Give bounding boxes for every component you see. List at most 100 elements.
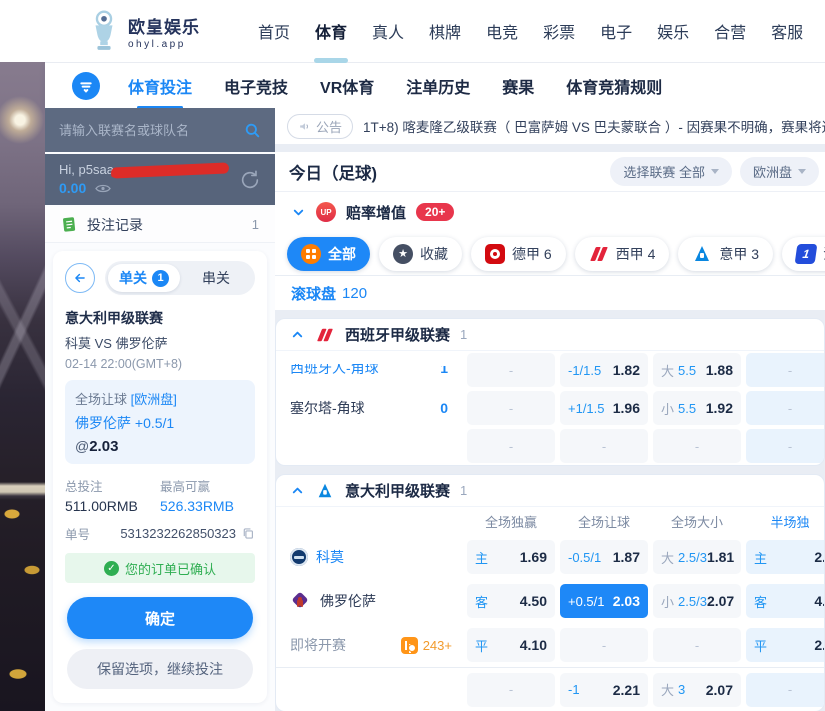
column-header: 全场大小 [653,512,741,531]
in-play-row[interactable]: 滚球盘 120 [275,276,825,310]
sub-nav-item-赛果[interactable]: 赛果 [502,74,534,98]
tab-single-label: 单关 [119,268,147,288]
league-chip[interactable]: 法甲 3 [782,237,825,271]
odds-line-part: 大 [661,548,674,567]
odds-cell[interactable]: - [746,429,824,463]
top-nav-item-真人[interactable]: 真人 [372,0,404,64]
bet-record-link[interactable]: 投注记录 1 [45,207,275,243]
league-chip[interactable]: 意甲 3 [678,237,773,271]
odds-dash: - [568,638,640,653]
odds-value: 2.07 [707,593,734,609]
confirm-button[interactable]: 确定 [67,597,253,639]
odds-cell[interactable]: 平4.10 [467,628,555,662]
chip-label: 西甲 4 [616,244,656,264]
top-nav-item-电竞[interactable]: 电竞 [486,0,518,64]
odds-cell[interactable]: 小5.51.92 [653,391,741,425]
odds-cell[interactable]: - [467,673,555,707]
top-nav-item-首页[interactable]: 首页 [258,0,290,64]
odds-cell[interactable]: 大5.51.88 [653,353,741,387]
refresh-icon[interactable] [239,169,261,191]
collapse-chevron-icon[interactable] [291,205,306,220]
odds-cell[interactable]: - [746,353,824,387]
odds-line-part: -1 [568,682,580,697]
top-nav-item-体育[interactable]: 体育 [315,0,347,64]
more-markets[interactable]: 243+ [401,637,462,654]
match-score: 0 [440,400,462,416]
sub-nav-item-VR体育[interactable]: VR体育 [320,74,374,98]
brand-title: 欧皇娱乐 [128,13,200,38]
odds-cell[interactable]: 小2.5/32.07 [653,584,741,618]
odds-type-dropdown[interactable]: 欧洲盘 [740,157,819,186]
odds-cell[interactable]: 客4.50 [467,584,555,618]
odds-cell[interactable]: 客4. [746,584,824,618]
betslip-sidebar: Hi, p5saa 0.00 [45,108,275,711]
top-nav-item-棋牌[interactable]: 棋牌 [429,0,461,64]
top-nav-item-娱乐[interactable]: 娱乐 [657,0,689,64]
odds-line-part: -1/1.5 [568,363,601,378]
odds-cell[interactable]: 大2.5/31.81 [653,540,741,574]
league-chip[interactable]: 收藏 [379,237,462,271]
table-row: 即将开赛243+平4.10--平2. [276,623,824,667]
keep-selection-button[interactable]: 保留选项，继续投注 [67,649,253,689]
odds-cell[interactable]: - [653,429,741,463]
tab-parlay-bet[interactable]: 串关 [180,264,252,292]
league-chip[interactable]: 德甲 6 [471,237,566,271]
odds-cell[interactable]: - [467,391,555,425]
sub-nav-item-体育竞猜规则[interactable]: 体育竞猜规则 [566,74,662,98]
copy-icon[interactable] [242,527,255,540]
odds-cell[interactable]: -12.21 [560,673,648,707]
league-chip[interactable]: 全部 [287,237,370,271]
in-play-label: 滚球盘 [291,283,336,304]
odds-line-part: +1/1.5 [568,401,605,416]
odds-cell[interactable]: - [560,429,648,463]
top-nav-item-电子[interactable]: 电子 [600,0,632,64]
odds-cell[interactable]: -0.5/11.87 [560,540,648,574]
slip-time: 02-14 22:00(GMT+8) [65,357,255,371]
odds-cell[interactable]: - [746,391,824,425]
order-number-value: 5313232262850323 [120,526,236,541]
chip-label: 德甲 6 [512,244,552,264]
search-icon[interactable] [244,122,261,139]
search-input[interactable] [59,123,238,138]
collapse-chevron-icon[interactable] [290,327,305,342]
fiorentina-crest-icon [292,592,310,610]
odds-dash: - [475,401,547,416]
single-count-badge: 1 [152,270,169,287]
league-chip[interactable]: 西甲 4 [575,237,670,271]
odds-cell[interactable]: 平2. [746,628,824,662]
brand-logo[interactable]: 欧皇娱乐 ohyl.app [88,10,200,52]
order-confirmed-banner: ✓ 您的订单已确认 [65,553,255,583]
odds-dash: - [568,439,640,454]
odds-cell[interactable]: - [560,628,648,662]
odds-cell[interactable]: 主2. [746,540,824,574]
odds-cell[interactable]: +0.5/12.03 [560,584,648,618]
top-nav-item-彩票[interactable]: 彩票 [543,0,575,64]
odds-boost-row: UP 赔率增值 20+ [275,192,825,232]
odds-cell[interactable]: 主1.69 [467,540,555,574]
top-nav-item-客服[interactable]: 客服 [771,0,803,64]
odds-cell[interactable]: +1/1.51.96 [560,391,648,425]
odds-cell[interactable]: - [746,673,824,707]
back-button[interactable] [65,263,95,293]
odds-line-part: 3 [678,682,685,697]
odds-cell[interactable]: -1/1.51.82 [560,353,648,387]
odds-line-part: 大 [661,680,674,699]
chip-label: 全部 [328,244,356,264]
eye-icon[interactable] [95,183,111,194]
odds-cell[interactable]: 大32.07 [653,673,741,707]
league-filter-label: 选择联赛 全部 [623,162,705,181]
section-title: 意大利甲级联赛 [345,480,450,501]
top-nav-item-合营[interactable]: 合营 [714,0,746,64]
odds-cell[interactable]: - [467,429,555,463]
league-filter-dropdown[interactable]: 选择联赛 全部 [610,157,732,186]
collapse-chevron-icon[interactable] [290,483,305,498]
tab-single-bet[interactable]: 单关 1 [108,264,180,292]
odds-line-part: 5.5 [678,363,696,378]
odds-cell[interactable]: - [467,353,555,387]
sub-nav-item-电子竞技[interactable]: 电子竞技 [224,74,288,98]
odds-cell[interactable]: - [653,628,741,662]
slip-tabs: 单关 1 串关 [105,261,255,295]
sub-nav-item-注单历史[interactable]: 注单历史 [406,74,470,98]
sub-nav-item-体育投注[interactable]: 体育投注 [128,74,192,98]
sports-menu-icon[interactable] [72,72,100,100]
